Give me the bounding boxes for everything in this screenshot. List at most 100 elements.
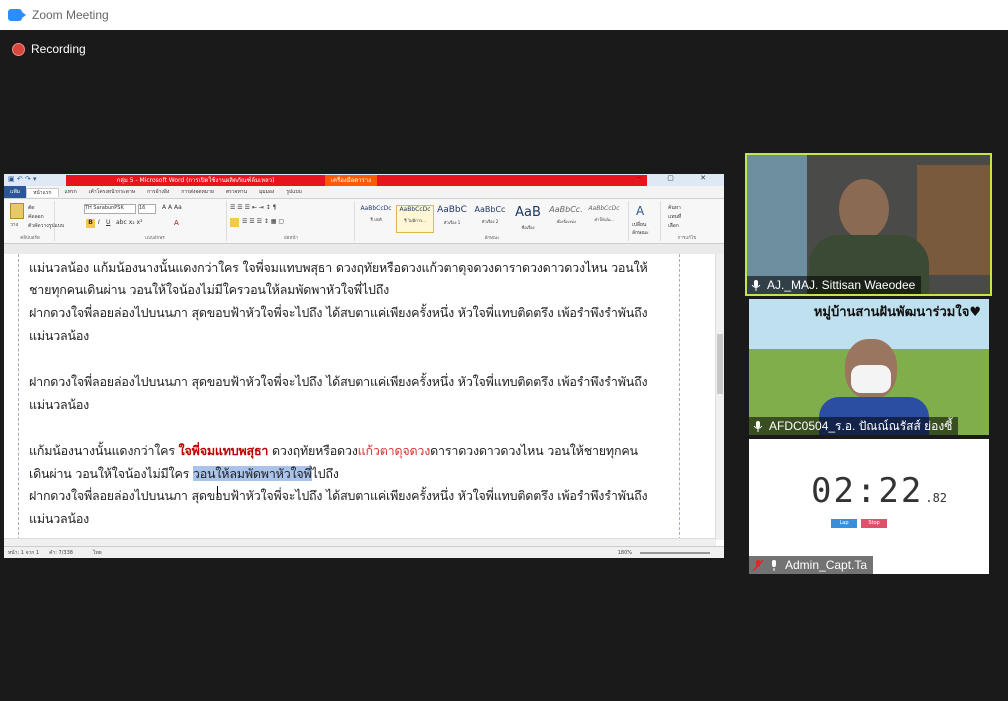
- word-page[interactable]: แม่นวลน้อง แก้มน้องนางนั้นแดงกว่าใคร ใจพ…: [18, 254, 680, 540]
- select-button[interactable]: เลือก: [668, 222, 679, 230]
- font-grow-shrink-icons[interactable]: A A Aa: [162, 204, 182, 211]
- font-name-select[interactable]: TH SarabunPSK: [84, 204, 136, 214]
- zoom-slider[interactable]: [640, 552, 710, 554]
- bold-icon[interactable]: B: [86, 219, 95, 228]
- font-color-icon[interactable]: A: [174, 219, 179, 227]
- doc-line: ฝากดวงใจพี่ลอยล่องไปบนนภา สุดขอบฟ้าหัวใจ…: [29, 374, 648, 389]
- word-window-buttons[interactable]: ─ ▢ ✕: [637, 174, 718, 182]
- style-no-spacing[interactable]: AaBbCcDc ¶ ไม่มีการ...: [396, 205, 434, 233]
- word-ribbon-tabs: แฟ้ม หน้าแรก แทรก เค้าโครงหน้ากระดาษ การ…: [4, 186, 724, 199]
- word-tab-insert[interactable]: แทรก: [59, 188, 83, 196]
- style-preview: AaBbCcDc: [360, 205, 392, 212]
- change-styles-icon: A: [636, 204, 645, 218]
- word-vertical-scrollbar[interactable]: [715, 254, 724, 540]
- underline-icon[interactable]: U: [106, 219, 110, 226]
- style-name: ¶ ปกติ: [370, 217, 382, 222]
- participant-name-tag: AFDC0504_ร.อ. ปัณณ์ณรัสส์ ย่องซี้: [749, 417, 959, 435]
- virtual-background-banner: หมู่บ้านสานฝันพัฒนาร่วมใจ♥: [813, 305, 981, 320]
- format-painter-button[interactable]: ตัวคัดวางรูปแบบ: [28, 222, 64, 230]
- doc-text: ดาราดวงดาวดวงไหน วอนให้ชายทุกคน: [430, 443, 638, 458]
- editing-group: ค้นหา แทนที่ เลือก การแก้ไข: [662, 201, 712, 241]
- clipboard-group: วาง ตัด คัดลอก ตัวคัดวางรูปแบบ คลิปบอร์ด: [6, 201, 64, 241]
- style-heading-2[interactable]: AaBbCc หัวเรื่อง 2: [472, 205, 508, 231]
- find-button[interactable]: ค้นหา: [668, 204, 681, 212]
- participant-name: Admin_Capt.Ta: [785, 558, 868, 572]
- word-tab-file[interactable]: แฟ้ม: [4, 186, 27, 198]
- style-preview: AaBbCcDc: [399, 206, 431, 213]
- raise-hand-icon: [769, 559, 779, 571]
- word-tab-view[interactable]: มุมมอง: [253, 188, 280, 196]
- stopwatch-display: 02:22.82: [811, 471, 947, 511]
- doc-line: แก้มน้องนางนั้นแดงกว่าใคร ใจพี่จมแทบพสุธ…: [29, 441, 638, 461]
- doc-line: แม่นวลน้อง: [29, 328, 90, 343]
- paragraph-group: ☰ ☰ ☰ ⇤ ⇥ ↕ ¶ ☰ ☰ ☰ ↕ ▦ ▢ ย่อหน้า: [228, 201, 355, 241]
- participant-tile-active[interactable]: AJ._MAJ. Sittisan Waeodee: [745, 153, 992, 296]
- ibeam-cursor-icon: [217, 486, 220, 496]
- word-table-tools: เครื่องมือตาราง: [325, 174, 377, 186]
- word-tab-mailings[interactable]: การส่งจดหมาย: [175, 188, 220, 196]
- copy-button[interactable]: คัดลอก: [28, 213, 44, 221]
- align-left-icon[interactable]: [230, 218, 239, 227]
- participant-tile[interactable]: 02:22.82 Lap Stop Admin_Capt.Ta: [749, 439, 989, 574]
- stopwatch-lap-button: Lap: [831, 519, 857, 528]
- word-document-area[interactable]: แม่นวลน้อง แก้มน้องนางนั้นแดงกว่าใคร ใจพ…: [4, 254, 716, 540]
- style-heading-1[interactable]: AaBbC หัวเรื่อง 1: [434, 205, 470, 231]
- style-subtitle[interactable]: AaBbCc. ชื่อเรื่องรอง: [548, 205, 584, 231]
- window-title: Zoom Meeting: [32, 8, 109, 22]
- participant-tile[interactable]: หมู่บ้านสานฝันพัฒนาร่วมใจ♥ AFDC0504_ร.อ.…: [749, 299, 989, 435]
- word-statusbar: หน้า: 1 จาก 1 คำ: 7/338 ไทย 180%: [4, 546, 724, 558]
- recording-label: Recording: [31, 42, 86, 56]
- word-tab-format[interactable]: รูปแบบ: [280, 188, 307, 196]
- word-tab-layout[interactable]: เค้าโครงหน้ากระดาษ: [83, 188, 141, 196]
- style-title[interactable]: AaB ชื่อเรื่อง: [510, 205, 546, 231]
- doc-text-bold-red: ใจพี่จมแทบพสุธา: [178, 443, 269, 458]
- status-words[interactable]: คำ: 7/338: [49, 549, 73, 557]
- strike-sub-sup-icons[interactable]: abc x₂ x²: [116, 219, 143, 226]
- style-preview: AaBbCc: [474, 205, 506, 214]
- font-size-select[interactable]: 16: [138, 204, 156, 214]
- doc-line: แม่นวลน้อง: [29, 511, 90, 526]
- word-tab-home[interactable]: หน้าแรก: [26, 187, 59, 197]
- shared-screen[interactable]: ▣ ↶ ↷ ▾ กลุ่ม 5 - Microsoft Word (การเปิ…: [4, 174, 724, 558]
- doc-text: ไปถึง: [311, 466, 339, 481]
- style-name: หัวเรื่อง 2: [481, 219, 499, 224]
- align-icons[interactable]: ☰ ☰ ☰ ↕ ▦ ▢: [242, 218, 284, 225]
- doc-text: ดวงฤทัยหรือดวง: [268, 443, 358, 458]
- paste-icon[interactable]: [10, 203, 24, 219]
- doc-text-selected: วอนให้ลมพัดพาหัวใจพี่: [192, 466, 312, 481]
- style-name: ทำให้เน้น...: [593, 217, 615, 222]
- word-titlebar: ▣ ↶ ↷ ▾ กลุ่ม 5 - Microsoft Word (การเปิ…: [4, 174, 724, 186]
- status-language[interactable]: ไทย: [93, 549, 102, 557]
- status-page[interactable]: หน้า: 1 จาก 1: [8, 549, 39, 557]
- word-ribbon: วาง ตัด คัดลอก ตัวคัดวางรูปแบบ คลิปบอร์ด…: [4, 199, 724, 244]
- doc-text: เดินผ่าน วอนให้ใจน้องไม่มีใคร: [29, 466, 193, 481]
- doc-line: แม่นวลน้อง แก้มน้องนางนั้นแดงกว่าใคร ใจพ…: [29, 260, 648, 275]
- paste-label[interactable]: วาง: [10, 221, 18, 229]
- stopwatch-stop-button: Stop: [861, 519, 887, 528]
- styles-group-label: ลักษณะ: [484, 236, 500, 241]
- scroll-thumb[interactable]: [717, 334, 723, 394]
- cut-button[interactable]: ตัด: [28, 204, 35, 212]
- style-name: ¶ ไม่มีการ...: [404, 218, 426, 223]
- style-emphasis[interactable]: AaBbCcDc ทำให้เน้น...: [586, 205, 622, 231]
- participant-name: AFDC0504_ร.อ. ปัณณ์ณรัสส์ ย่องซี้: [769, 418, 953, 433]
- replace-button[interactable]: แทนที่: [668, 213, 681, 221]
- style-normal[interactable]: AaBbCcDc ¶ ปกติ: [358, 205, 394, 231]
- word-tab-references[interactable]: การอ้างอิง: [141, 188, 175, 196]
- word-quick-access-icons[interactable]: ▣ ↶ ↷ ▾: [8, 175, 37, 183]
- participant-name-tag: AJ._MAJ. Sittisan Waeodee: [747, 276, 922, 294]
- word-tab-review[interactable]: ตรวจทาน: [220, 188, 253, 196]
- styles-group: AaBbCcDc ¶ ปกติ AaBbCcDc ¶ ไม่มีการ... AaB…: [356, 201, 629, 241]
- doc-text-red: แก้วตาดุจดวง: [357, 443, 431, 458]
- change-styles-group[interactable]: A เปลี่ยนลักษณะ: [630, 201, 661, 241]
- paragraph-group-label: ย่อหน้า: [284, 236, 298, 241]
- participant-face: [839, 179, 889, 239]
- microphone-muted-icon: [753, 559, 763, 571]
- recording-dot-icon: [12, 42, 25, 56]
- status-zoom[interactable]: 180%: [618, 550, 632, 556]
- recording-indicator[interactable]: Recording: [12, 42, 86, 56]
- participant-name: AJ._MAJ. Sittisan Waeodee: [767, 278, 916, 292]
- font-group-label: แบบอักษร: [145, 236, 165, 241]
- list-indent-icons[interactable]: ☰ ☰ ☰ ⇤ ⇥ ↕ ¶: [230, 204, 276, 211]
- italic-icon[interactable]: I: [98, 219, 100, 226]
